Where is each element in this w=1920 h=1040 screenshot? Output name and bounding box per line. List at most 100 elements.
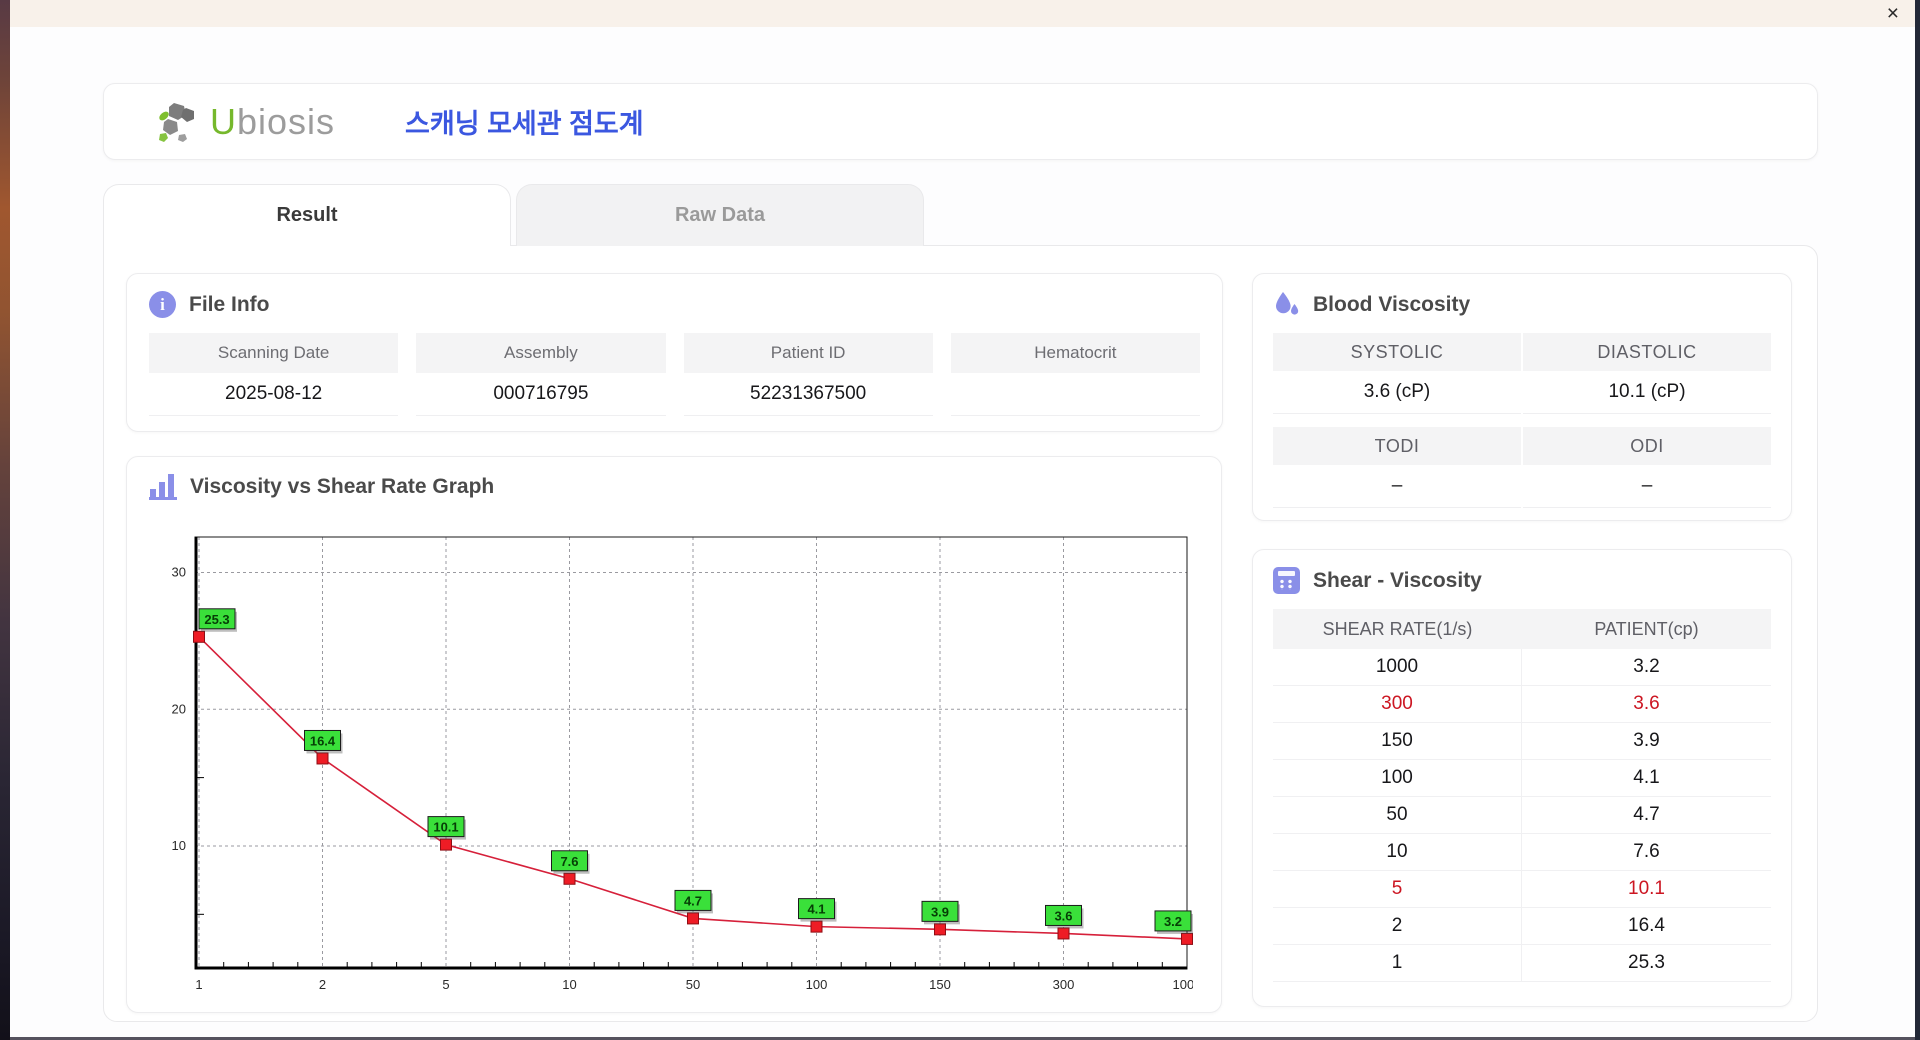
brand-logo: Ubiosis	[156, 101, 335, 143]
chart-point-label: 16.4	[310, 733, 336, 748]
app-title: 스캐닝 모세관 점도계	[405, 109, 644, 139]
shear-rate-cell: 150	[1273, 723, 1522, 760]
info-icon: i	[149, 291, 176, 318]
blood-viscosity-card: Blood Viscosity SYSTOLIC DIASTOLIC 3.6 (…	[1252, 273, 1792, 521]
patient-cell: 16.4	[1522, 908, 1771, 945]
y-tick-label: 30	[172, 565, 186, 580]
window-content: Ubiosis 스캐닝 모세관 점도계 Result Raw Data i Fi…	[10, 27, 1915, 1037]
chart-data-point	[563, 872, 576, 885]
chart-data-point	[193, 630, 205, 643]
droplet-icon	[1276, 292, 1299, 315]
patient-cell: 3.6	[1522, 686, 1771, 723]
x-tick-label: 5	[442, 977, 449, 992]
patient-cell: 10.1	[1522, 871, 1771, 908]
shear-row-1: 300 3.6	[1273, 686, 1771, 723]
window-title-bar: ×	[10, 0, 1915, 27]
shear-rate-column-header: SHEAR RATE(1/s)	[1322, 618, 1473, 639]
shear-row-5: 10 7.6	[1273, 834, 1771, 871]
shear-row-6: 5 10.1	[1273, 871, 1771, 908]
bar-chart-icon	[149, 474, 177, 500]
x-tick-label: 150	[929, 977, 951, 992]
blood-viscosity-title: Blood Viscosity	[1313, 292, 1471, 316]
shear-rate-cell: 2	[1273, 908, 1522, 945]
shear-row-0: 1000 3.2	[1273, 649, 1771, 686]
shear-row-4: 50 4.7	[1273, 797, 1771, 834]
file-info-header: i File Info	[149, 291, 1200, 318]
chart-data-point	[440, 838, 452, 851]
chart-data-point	[1181, 932, 1193, 945]
shear-rate-cell: 1	[1273, 945, 1522, 982]
blood-viscosity-headers-1: SYSTOLIC DIASTOLIC	[1273, 333, 1771, 371]
field-patient-id: Patient ID 52231367500	[683, 333, 933, 416]
diastolic-value: 10.1 (cP)	[1523, 371, 1771, 414]
file-info-card: i File Info Scanning Date 2025-08-12 Ass…	[126, 273, 1223, 432]
shear-rate-cell: 10	[1273, 834, 1522, 871]
x-tick-label: 50	[686, 977, 700, 992]
shear-row-7: 2 16.4	[1273, 908, 1771, 945]
x-tick-label: 100	[806, 977, 828, 992]
tab-bar: Result Raw Data	[103, 184, 924, 246]
file-info-title: File Info	[189, 292, 270, 316]
graph-title: Viscosity vs Shear Rate Graph	[190, 475, 495, 498]
field-value: 000716795	[416, 373, 666, 416]
odi-value: –	[1523, 465, 1771, 508]
field-value: 2025-08-12	[149, 373, 399, 416]
viscosity-chart: 25.3 16.4 10.1 7.6 4.7 4.1 3.9 3.6 3.2 10 20 30 1 2 5 1…	[153, 531, 1201, 1006]
odi-header: ODI	[1523, 427, 1771, 465]
chart-data-point	[687, 912, 699, 925]
shear-rate-cell: 1000	[1273, 649, 1522, 686]
field-label: Patient ID	[683, 333, 933, 373]
patient-cell: 3.2	[1522, 649, 1771, 686]
window-right-edge	[1915, 0, 1920, 1040]
patient-cell: 25.3	[1522, 945, 1771, 982]
shear-table-header: SHEAR RATE(1/s) PATIENT(cp)	[1273, 609, 1771, 649]
chart-data-point	[810, 920, 823, 933]
field-label: Scanning Date	[149, 333, 399, 373]
blood-viscosity-headers-2: TODI ODI	[1273, 427, 1771, 465]
ubiosis-logo-icon	[159, 102, 194, 142]
x-tick-label: 1000	[1173, 977, 1193, 992]
field-label: Hematocrit	[950, 333, 1200, 373]
patient-column-header: PATIENT(cp)	[1594, 618, 1699, 639]
field-label: Assembly	[416, 333, 666, 373]
x-tick-label: 2	[319, 977, 326, 992]
shear-rate-cell: 300	[1273, 686, 1522, 723]
patient-cell: 7.6	[1522, 834, 1771, 871]
shear-viscosity-card: Shear - Viscosity SHEAR RATE(1/s) PATIEN…	[1252, 549, 1792, 1007]
y-tick-label: 10	[172, 838, 186, 853]
tab-result[interactable]: Result	[103, 184, 511, 246]
field-value: 52231367500	[683, 373, 933, 416]
chart-point-label: 3.9	[931, 904, 949, 919]
graph-header: Viscosity vs Shear Rate Graph	[149, 474, 1199, 500]
shear-row-3: 100 4.1	[1273, 760, 1771, 797]
blood-viscosity-values-2: – –	[1273, 465, 1771, 508]
x-tick-label: 1	[195, 977, 202, 992]
viscosity-chart-svg: 25.3 16.4 10.1 7.6 4.7 4.1 3.9 3.6 3.2 10 20 30 1 2 5 1…	[172, 536, 1201, 992]
chart-point-label: 3.2	[1164, 914, 1182, 929]
x-tick-label: 300	[1053, 977, 1075, 992]
brand-header-card: Ubiosis 스캐닝 모세관 점도계	[103, 83, 1818, 160]
chart-point-label: 10.1	[433, 820, 458, 835]
chart-point-label: 25.3	[204, 612, 229, 627]
patient-cell: 3.9	[1522, 723, 1771, 760]
field-value	[950, 373, 1200, 416]
y-tick-label: 20	[172, 701, 186, 716]
shear-viscosity-title: Shear - Viscosity	[1313, 568, 1482, 592]
patient-cell: 4.7	[1522, 797, 1771, 834]
shear-rate-cell: 5	[1273, 871, 1522, 908]
close-icon[interactable]: ×	[1887, 2, 1899, 25]
chart-point-label: 4.1	[807, 902, 825, 917]
shear-rate-cell: 50	[1273, 797, 1522, 834]
diastolic-header: DIASTOLIC	[1523, 333, 1771, 371]
app-window: × Ubiosis 스캐닝 모세관 점도계 Result Raw Data i …	[0, 0, 1920, 1040]
tab-raw-data[interactable]: Raw Data	[516, 184, 924, 246]
chart-point-label: 4.7	[684, 893, 702, 908]
x-tick-label: 10	[562, 977, 576, 992]
field-scanning-date: Scanning Date 2025-08-12	[149, 333, 399, 416]
brand-logo-accent: U	[210, 100, 237, 142]
window-left-edge	[0, 0, 10, 1040]
blood-viscosity-header: Blood Viscosity	[1273, 291, 1771, 318]
chart-data-point	[934, 923, 946, 936]
file-info-fields: Scanning Date 2025-08-12 Assembly 000716…	[149, 333, 1200, 416]
systolic-value: 3.6 (cP)	[1273, 371, 1521, 414]
